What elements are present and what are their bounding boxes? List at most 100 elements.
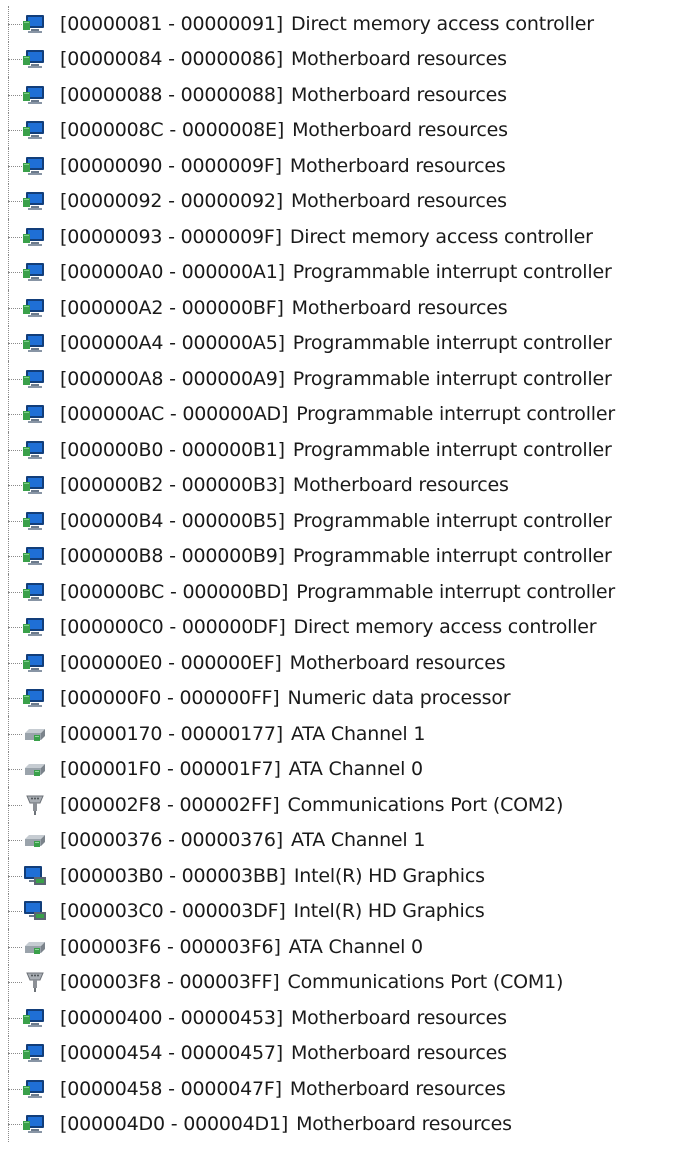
io-range: [00000092 - 00000092] xyxy=(60,190,283,213)
tree-guide-line xyxy=(0,183,22,220)
tree-item[interactable]: [00000084 - 00000086] Motherboard resourc… xyxy=(0,41,687,78)
tree-item[interactable]: [000003B0 - 000003BB] Intel(R) HD Graphic… xyxy=(0,858,687,894)
tree-item[interactable]: [000002F8 - 000002FF] Communications Port… xyxy=(0,787,687,823)
tree-guide-line xyxy=(0,822,22,859)
system-device-icon xyxy=(22,1007,48,1029)
io-range: [00000088 - 00000088] xyxy=(60,83,283,106)
tree-item[interactable]: [00000170 - 00000177] ATA Channel 1 xyxy=(0,716,687,752)
device-name: Programmable interrupt controller xyxy=(292,332,612,355)
device-name: Communications Port (COM1) xyxy=(287,971,564,994)
serial-port-icon xyxy=(22,794,48,816)
tree-guide-line xyxy=(0,858,22,894)
tree-item[interactable]: [000000F0 - 000000FF] Numeric data proces… xyxy=(0,680,687,717)
tree-item-label: [000000A0 - 000000A1] Programmable interr… xyxy=(60,261,612,283)
tree-guide-line xyxy=(0,467,22,504)
tree-guide-line xyxy=(0,645,22,681)
tree-guide-line xyxy=(0,219,22,255)
ide-controller-icon xyxy=(22,723,48,745)
device-name: Programmable interrupt controller xyxy=(292,261,612,284)
tree-item[interactable]: [000000B4 - 000000B5] Programmable interr… xyxy=(0,503,687,539)
tree-guide-line xyxy=(0,609,22,646)
tree-item[interactable]: [000000C0 - 000000DF] Direct memory acces… xyxy=(0,609,687,646)
device-name: Direct memory access controller xyxy=(289,225,593,248)
tree-item[interactable]: [000000A4 - 000000A5] Programmable interr… xyxy=(0,325,687,362)
system-device-icon xyxy=(22,13,48,35)
system-device-icon xyxy=(22,1042,48,1064)
tree-item-label: [000000B2 - 000000B3] Motherboard resourc… xyxy=(60,474,509,496)
tree-item[interactable]: [000004D0 - 000004D1] Motherboard resourc… xyxy=(0,1106,687,1143)
tree-item-label: [00000400 - 00000453] Motherboard resourc… xyxy=(60,1007,507,1029)
io-range: [00000084 - 00000086] xyxy=(60,48,283,71)
tree-item-label: [00000088 - 00000088] Motherboard resourc… xyxy=(60,84,507,106)
tree-item[interactable]: [000000B8 - 000000B9] Programmable interr… xyxy=(0,538,687,575)
tree-item-label: [00000376 - 00000376] ATA Channel 1 xyxy=(60,829,425,851)
tree-item[interactable]: [00000090 - 0000009F] Motherboard resourc… xyxy=(0,148,687,184)
device-name: Motherboard resources xyxy=(290,190,507,213)
io-range: [00000454 - 00000457] xyxy=(60,1042,283,1065)
tree-item-label: [000000E0 - 000000EF] Motherboard resourc… xyxy=(60,652,506,674)
tree-guide-line xyxy=(0,929,22,965)
tree-item[interactable]: [00000092 - 00000092] Motherboard resourc… xyxy=(0,183,687,220)
display-adapter-icon xyxy=(22,865,48,887)
tree-guide-line xyxy=(0,41,22,78)
system-device-icon xyxy=(22,403,48,425)
tree-item[interactable]: [000000A2 - 000000BF] Motherboard resourc… xyxy=(0,290,687,326)
io-range: [000003F8 - 000003FF] xyxy=(60,971,280,994)
device-name: Motherboard resources xyxy=(290,48,507,71)
tree-item[interactable]: [000000A8 - 000000A9] Programmable interr… xyxy=(0,361,687,397)
tree-item[interactable]: [00000376 - 00000376] ATA Channel 1 xyxy=(0,822,687,859)
device-name: Programmable interrupt controller xyxy=(292,367,612,390)
tree-item[interactable]: [000003F8 - 000003FF] Communications Port… xyxy=(0,964,687,1001)
tree-item[interactable]: [000000BC - 000000BD] Programmable interr… xyxy=(0,574,687,610)
tree-item[interactable]: [000003C0 - 000003DF] Intel(R) HD Graphic… xyxy=(0,893,687,930)
tree-guide-line xyxy=(0,787,22,823)
tree-item-label: [00000458 - 0000047F] Motherboard resourc… xyxy=(60,1078,506,1100)
tree-guide-line xyxy=(0,751,22,788)
tree-item[interactable]: [000000E0 - 000000EF] Motherboard resourc… xyxy=(0,645,687,681)
tree-item[interactable]: [000000AC - 000000AD] Programmable interr… xyxy=(0,396,687,433)
tree-item[interactable]: [000000B2 - 000000B3] Motherboard resourc… xyxy=(0,467,687,504)
device-name: Motherboard resources xyxy=(290,83,507,106)
tree-item[interactable]: [00000081 - 00000091] Direct memory acces… xyxy=(0,6,687,42)
tree-item[interactable]: [000003F6 - 000003F6] ATA Channel 0 xyxy=(0,929,687,965)
tree-item[interactable]: [000001F0 - 000001F7] ATA Channel 0 xyxy=(0,751,687,788)
system-device-icon xyxy=(22,616,48,638)
system-device-icon xyxy=(22,368,48,390)
io-range: [000000B2 - 000000B3] xyxy=(60,474,285,497)
io-range: [00000376 - 00000376] xyxy=(60,829,283,852)
device-name: Programmable interrupt controller xyxy=(296,580,616,603)
device-name: Motherboard resources xyxy=(289,154,506,177)
system-device-icon xyxy=(22,1078,48,1100)
tree-item[interactable]: [000000B0 - 000000B1] Programmable interr… xyxy=(0,432,687,468)
io-range: [000003C0 - 000003DF] xyxy=(60,900,286,923)
tree-item[interactable]: [00000093 - 0000009F] Direct memory acces… xyxy=(0,219,687,255)
device-name: Numeric data processor xyxy=(287,687,511,710)
tree-item[interactable]: [0000008C - 0000008E] Motherboard resourc… xyxy=(0,112,687,149)
tree-item[interactable]: [00000454 - 00000457] Motherboard resourc… xyxy=(0,1035,687,1072)
device-name: Intel(R) HD Graphics xyxy=(293,900,485,923)
tree-item-label: [000003C0 - 000003DF] Intel(R) HD Graphic… xyxy=(60,900,485,922)
system-device-icon xyxy=(22,48,48,70)
io-range: [000002F8 - 000002FF] xyxy=(60,793,280,816)
system-device-icon xyxy=(22,261,48,283)
tree-item[interactable]: [00000400 - 00000453] Motherboard resourc… xyxy=(0,1000,687,1036)
tree-item[interactable]: [000000A0 - 000000A1] Programmable interr… xyxy=(0,254,687,291)
tree-guide-line xyxy=(0,77,22,113)
io-range: [000000A0 - 000000A1] xyxy=(60,261,285,284)
tree-item-label: [000000AC - 000000AD] Programmable interr… xyxy=(60,403,615,425)
io-range: [000003F6 - 000003F6] xyxy=(60,935,281,958)
io-range: [000000BC - 000000BD] xyxy=(60,580,289,603)
tree-item-label: [000000A8 - 000000A9] Programmable interr… xyxy=(60,368,612,390)
io-range: [000004D0 - 000004D1] xyxy=(60,1113,289,1136)
system-device-icon xyxy=(22,84,48,106)
io-range: [00000458 - 0000047F] xyxy=(60,1077,282,1100)
device-name: Direct memory access controller xyxy=(290,12,594,35)
tree-guide-line xyxy=(0,1000,22,1036)
tree-guide-line xyxy=(0,432,22,468)
io-resource-tree: [00000081 - 00000091] Direct memory acces… xyxy=(0,0,687,1152)
ide-controller-icon xyxy=(22,758,48,780)
tree-item-label: [000001F0 - 000001F7] ATA Channel 0 xyxy=(60,758,423,780)
tree-item[interactable]: [00000088 - 00000088] Motherboard resourc… xyxy=(0,77,687,113)
device-name: Programmable interrupt controller xyxy=(296,403,615,426)
tree-item[interactable]: [00000458 - 0000047F] Motherboard resourc… xyxy=(0,1071,687,1107)
